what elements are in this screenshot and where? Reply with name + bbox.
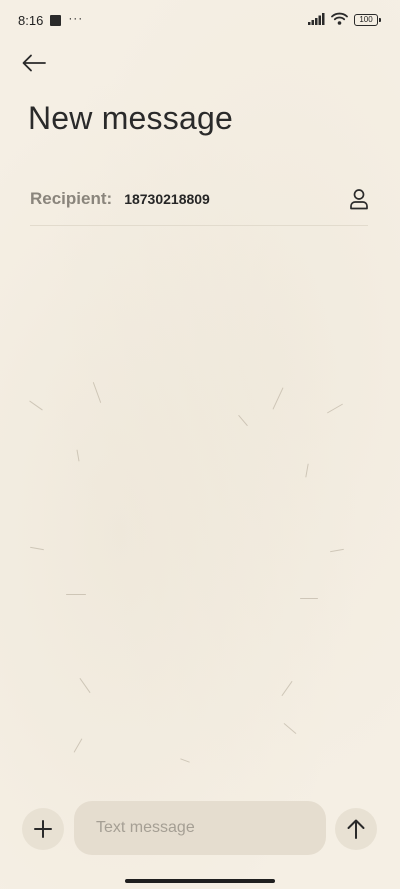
battery-level: 100	[359, 15, 373, 24]
person-icon	[350, 188, 368, 209]
home-indicator[interactable]	[125, 879, 275, 883]
message-input[interactable]	[74, 801, 326, 855]
recipient-row[interactable]: Recipient: 18730218809	[30, 172, 368, 226]
new-message-screen: 8:16 ··· 100 New message Recipient: 1873…	[0, 0, 400, 889]
signal-icon	[308, 12, 325, 28]
status-right: 100	[308, 12, 381, 28]
more-notifications-icon: ···	[68, 11, 84, 25]
send-button[interactable]	[335, 808, 377, 850]
compose-bar	[0, 801, 400, 857]
arrow-up-icon	[347, 819, 365, 839]
recipient-value[interactable]: 18730218809	[124, 191, 344, 207]
status-time: 8:16	[18, 12, 44, 28]
wifi-icon	[331, 12, 348, 28]
media-square-icon	[50, 14, 62, 26]
contact-picker-button[interactable]	[344, 184, 374, 214]
back-button[interactable]	[16, 48, 52, 78]
status-bar: 8:16 ··· 100	[0, 0, 400, 40]
status-left: 8:16 ···	[18, 11, 84, 28]
add-attachment-button[interactable]	[22, 808, 64, 850]
recipient-label: Recipient:	[30, 188, 113, 208]
arrow-left-icon	[22, 54, 46, 72]
page-title: New message	[28, 100, 233, 136]
battery-icon: 100	[354, 14, 381, 26]
plus-icon	[34, 820, 52, 838]
